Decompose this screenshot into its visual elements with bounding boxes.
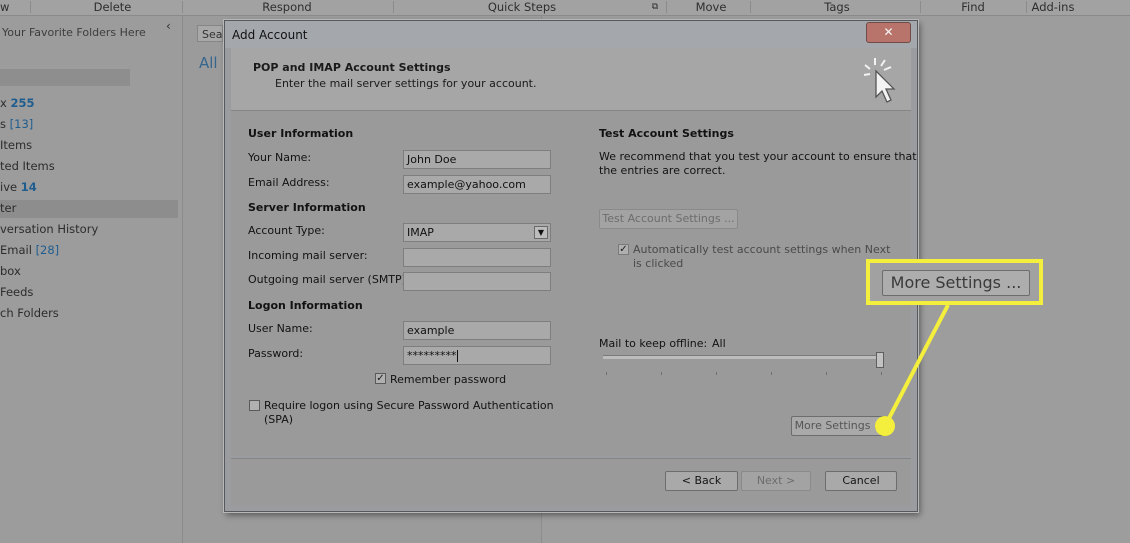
callout-line: [884, 304, 950, 425]
callout-dot: [875, 416, 895, 436]
callout-more-settings-label: More Settings ...: [882, 270, 1030, 296]
callout-zoom-box: More Settings ...: [866, 259, 1043, 305]
